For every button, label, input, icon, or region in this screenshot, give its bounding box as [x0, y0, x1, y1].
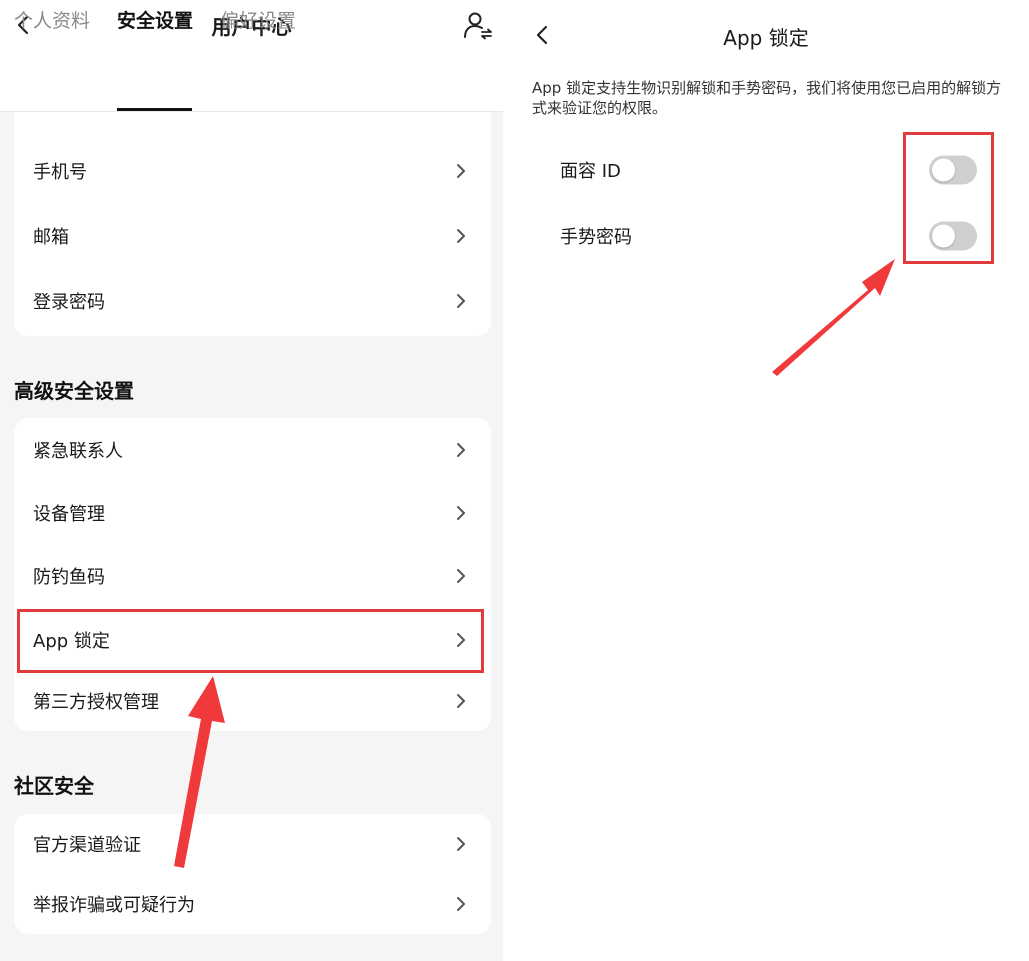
account-item-label: 登录密码: [33, 292, 105, 313]
chevron-right-icon: [454, 835, 468, 853]
community-item-label: 官方渠道验证: [33, 835, 141, 856]
community-item-official-channel[interactable]: 官方渠道验证: [14, 815, 491, 873]
tab-profile[interactable]: 个人资料: [14, 6, 90, 50]
account-item-label: 邮箱: [33, 227, 69, 248]
chevron-right-icon: [454, 292, 468, 310]
chevron-right-icon: [454, 227, 468, 245]
advanced-item-label: 防钓鱼码: [33, 567, 105, 588]
toggle-row-gesture-password: 手势密码: [503, 211, 1029, 261]
face-id-toggle[interactable]: [929, 155, 977, 185]
advanced-security-card: 紧急联系人 设备管理 防钓鱼码 App 锁定 第三方授权管理: [14, 418, 491, 731]
community-item-label: 举报诈骗或可疑行为: [33, 895, 195, 916]
account-item-login-password[interactable]: 登录密码: [14, 272, 491, 330]
advanced-item-label: 紧急联系人: [33, 441, 123, 462]
user-switch-button[interactable]: [462, 10, 494, 42]
tab-preferences[interactable]: 偏好设置: [220, 6, 296, 50]
community-security-card: 官方渠道验证 举报诈骗或可疑行为: [14, 814, 491, 934]
toggle-knob: [932, 224, 955, 248]
advanced-item-label: 设备管理: [33, 504, 105, 525]
advanced-item-label: 第三方授权管理: [33, 692, 159, 713]
advanced-item-label: App 锁定: [33, 631, 110, 652]
account-item-label: 手机号: [33, 162, 87, 183]
account-item-email[interactable]: 邮箱: [14, 207, 491, 265]
chevron-right-icon: [454, 162, 468, 180]
app-lock-description: App 锁定支持生物识别解锁和手势密码，我们将使用您已启用的解锁方式来验证您的权…: [532, 79, 1002, 117]
chevron-right-icon: [454, 692, 468, 710]
advanced-item-anti-phishing-code[interactable]: 防钓鱼码: [14, 547, 491, 605]
chevron-right-icon: [454, 895, 468, 913]
toggle-row-face-id: 面容 ID: [503, 145, 1029, 195]
advanced-item-third-party-auth[interactable]: 第三方授权管理: [14, 672, 491, 730]
tab-security-settings[interactable]: 安全设置: [117, 6, 193, 50]
toggle-label: 手势密码: [560, 227, 632, 248]
user-center-header: 用户中心 个人资料 安全设置 偏好设置: [0, 0, 503, 112]
toggle-knob: [932, 158, 955, 182]
gesture-password-toggle[interactable]: [929, 221, 977, 251]
page-title: App 锁定: [723, 26, 809, 50]
section-title-advanced: 高级安全设置: [14, 379, 134, 403]
chevron-right-icon: [454, 441, 468, 459]
advanced-item-emergency-contact[interactable]: 紧急联系人: [14, 421, 491, 479]
user-center-screen: 手机号 邮箱 登录密码 高级安全设置 紧急联系人 设备管理 防钓鱼码 App 锁…: [0, 0, 503, 961]
advanced-item-device-management[interactable]: 设备管理: [14, 484, 491, 542]
toggle-label: 面容 ID: [560, 161, 621, 182]
chevron-right-icon: [454, 504, 468, 522]
advanced-item-app-lock[interactable]: App 锁定: [14, 611, 491, 669]
active-tab-indicator: [117, 108, 192, 111]
chevron-right-icon: [454, 631, 468, 649]
chevron-right-icon: [454, 567, 468, 585]
community-item-report-fraud[interactable]: 举报诈骗或可疑行为: [14, 875, 491, 933]
app-lock-screen: App 锁定 App 锁定支持生物识别解锁和手势密码，我们将使用您已启用的解锁方…: [503, 0, 1029, 961]
user-switch-icon: [464, 12, 492, 40]
section-title-community: 社区安全: [14, 774, 94, 798]
account-item-phone[interactable]: 手机号: [14, 142, 491, 200]
